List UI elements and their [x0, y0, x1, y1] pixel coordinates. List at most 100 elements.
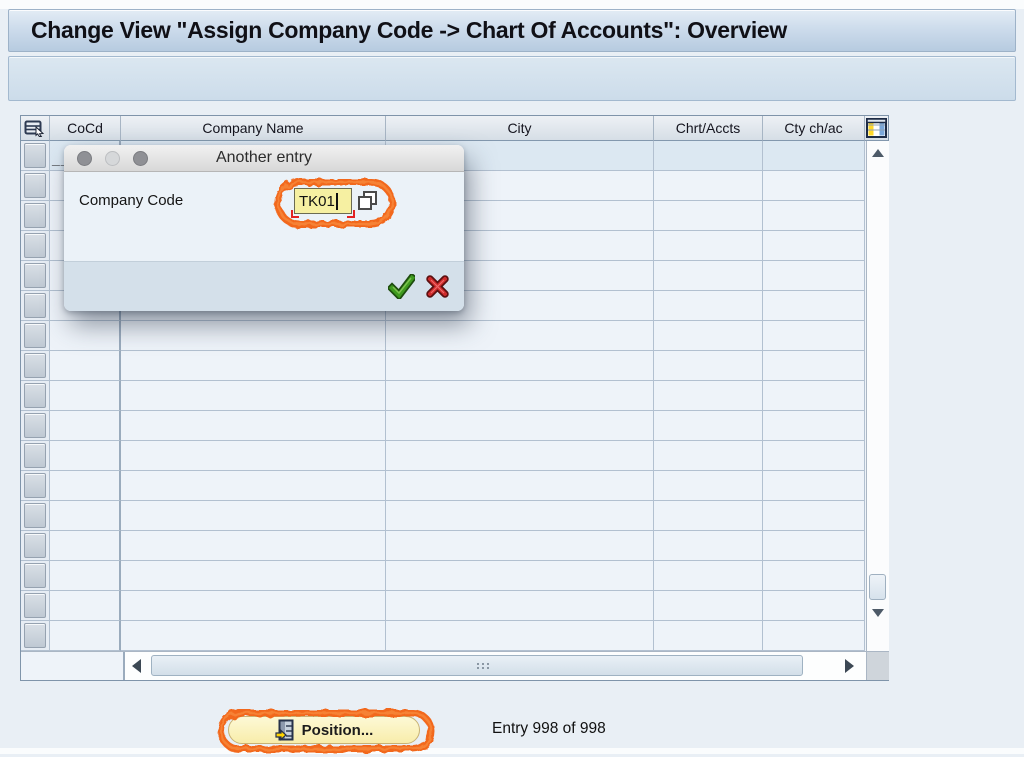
row-select-button[interactable]	[24, 383, 46, 408]
table-cell[interactable]	[763, 501, 865, 531]
row-select-button[interactable]	[24, 203, 46, 228]
table-cell[interactable]	[763, 261, 865, 291]
scroll-down-arrow-icon[interactable]	[872, 609, 884, 617]
table-cell[interactable]	[386, 561, 654, 591]
table-row[interactable]	[21, 591, 865, 621]
table-cell[interactable]	[654, 501, 763, 531]
table-cell[interactable]	[121, 591, 386, 621]
row-select-button[interactable]	[24, 413, 46, 438]
table-cell[interactable]	[121, 501, 386, 531]
row-select-button[interactable]	[24, 233, 46, 258]
table-cell[interactable]	[50, 351, 121, 381]
table-cell[interactable]	[654, 351, 763, 381]
column-header-chrt-accts[interactable]: Chrt/Accts	[654, 116, 763, 141]
scroll-right-arrow-icon[interactable]	[845, 659, 854, 673]
table-cell[interactable]	[121, 531, 386, 561]
table-cell[interactable]	[654, 291, 763, 321]
scroll-up-arrow-icon[interactable]	[872, 149, 884, 157]
table-cell[interactable]	[50, 471, 121, 501]
table-cell[interactable]	[386, 441, 654, 471]
table-cell[interactable]	[654, 471, 763, 501]
table-cell[interactable]	[386, 321, 654, 351]
table-row[interactable]	[21, 501, 865, 531]
table-cell[interactable]	[386, 591, 654, 621]
table-cell[interactable]	[386, 621, 654, 651]
table-cell[interactable]	[763, 201, 865, 231]
horizontal-scroll-thumb[interactable]	[151, 655, 803, 676]
horizontal-scrollbar[interactable]	[125, 652, 866, 680]
table-cell[interactable]	[763, 471, 865, 501]
row-select-button[interactable]	[24, 353, 46, 378]
row-select-button[interactable]	[24, 593, 46, 618]
table-row[interactable]	[21, 381, 865, 411]
table-cell[interactable]	[763, 411, 865, 441]
table-cell[interactable]	[763, 171, 865, 201]
row-select-button[interactable]	[24, 263, 46, 288]
row-select-button[interactable]	[24, 293, 46, 318]
table-cell[interactable]	[50, 381, 121, 411]
table-cell[interactable]	[121, 351, 386, 381]
table-row[interactable]	[21, 621, 865, 651]
table-cell[interactable]	[50, 411, 121, 441]
position-button[interactable]: Position...	[228, 716, 420, 744]
table-cell[interactable]	[654, 531, 763, 561]
column-header-city[interactable]: City	[386, 116, 654, 141]
table-cell[interactable]	[654, 591, 763, 621]
table-cell[interactable]	[121, 321, 386, 351]
dialog-title-bar[interactable]: Another entry	[64, 145, 464, 172]
table-row[interactable]	[21, 321, 865, 351]
table-cell[interactable]	[386, 411, 654, 441]
table-cell[interactable]	[50, 561, 121, 591]
row-select-button[interactable]	[24, 323, 46, 348]
window-minimize-button[interactable]	[105, 151, 120, 166]
window-zoom-button[interactable]	[133, 151, 148, 166]
table-cell[interactable]	[654, 141, 763, 171]
table-row[interactable]	[21, 471, 865, 501]
table-cell[interactable]	[763, 351, 865, 381]
table-cell[interactable]	[50, 441, 121, 471]
vertical-scrollbar[interactable]	[866, 141, 889, 651]
table-cell[interactable]	[50, 531, 121, 561]
scroll-left-arrow-icon[interactable]	[132, 659, 141, 673]
row-select-button[interactable]	[24, 473, 46, 498]
row-select-button[interactable]	[24, 503, 46, 528]
table-row[interactable]	[21, 351, 865, 381]
table-cell[interactable]	[386, 351, 654, 381]
table-cell[interactable]	[654, 321, 763, 351]
cancel-button[interactable]	[426, 275, 449, 298]
table-cell[interactable]	[763, 321, 865, 351]
row-select-button[interactable]	[24, 443, 46, 468]
table-row[interactable]	[21, 561, 865, 591]
table-cell[interactable]	[763, 531, 865, 561]
window-close-button[interactable]	[77, 151, 92, 166]
table-cell[interactable]	[654, 411, 763, 441]
row-select-button[interactable]	[24, 563, 46, 588]
table-cell[interactable]	[121, 621, 386, 651]
table-cell[interactable]	[763, 381, 865, 411]
table-cell[interactable]	[763, 231, 865, 261]
table-cell[interactable]	[50, 591, 121, 621]
table-cell[interactable]	[50, 621, 121, 651]
table-cell[interactable]	[763, 591, 865, 621]
table-row[interactable]	[21, 411, 865, 441]
table-cell[interactable]	[654, 231, 763, 261]
table-row[interactable]	[21, 531, 865, 561]
select-all-header-cell[interactable]	[21, 116, 50, 141]
table-cell[interactable]	[121, 411, 386, 441]
copy-squares-icon[interactable]	[356, 189, 379, 212]
table-cell[interactable]	[763, 141, 865, 171]
table-cell[interactable]	[386, 471, 654, 501]
table-cell[interactable]	[50, 501, 121, 531]
vertical-scroll-thumb[interactable]	[869, 574, 886, 600]
table-cell[interactable]	[654, 261, 763, 291]
table-cell[interactable]	[763, 561, 865, 591]
column-header-company-name[interactable]: Company Name	[121, 116, 386, 141]
column-header-cocd[interactable]: CoCd	[50, 116, 121, 141]
confirm-button[interactable]	[388, 274, 415, 299]
table-cell[interactable]	[386, 531, 654, 561]
table-cell[interactable]	[121, 471, 386, 501]
table-cell[interactable]	[121, 381, 386, 411]
table-cell[interactable]	[654, 381, 763, 411]
table-cell[interactable]	[654, 201, 763, 231]
table-cell[interactable]	[121, 561, 386, 591]
